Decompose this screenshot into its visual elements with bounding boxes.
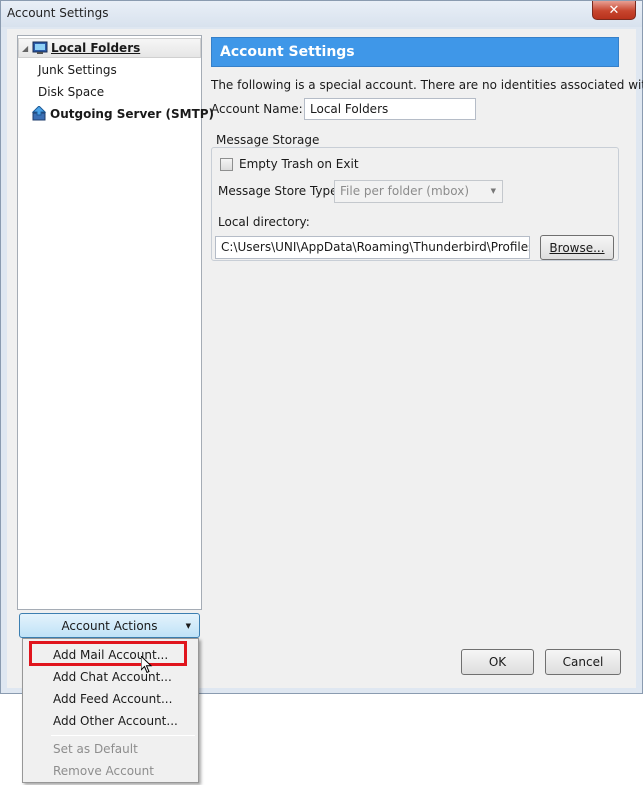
window-title: Account Settings <box>7 6 109 20</box>
ok-button[interactable]: OK <box>461 649 534 675</box>
empty-trash-checkbox[interactable] <box>220 158 233 171</box>
local-directory-input[interactable]: C:\Users\UNI\AppData\Roaming\Thunderbird… <box>215 236 530 259</box>
menu-item-add-other-account[interactable]: Add Other Account... <box>26 710 195 732</box>
title-bar: Account Settings ✕ <box>1 1 642 27</box>
menu-item-label: Remove Account <box>53 764 154 778</box>
account-actions-button[interactable]: Account Actions ▼ <box>19 613 200 638</box>
empty-trash-label[interactable]: Empty Trash on Exit <box>239 157 359 171</box>
menu-item-add-feed-account[interactable]: Add Feed Account... <box>26 688 195 710</box>
menu-separator <box>51 735 195 736</box>
outgoing-server-icon <box>31 105 47 124</box>
menu-item-label: Add Feed Account... <box>53 692 173 706</box>
browse-button-label: Browse... <box>549 240 605 255</box>
account-description: The following is a special account. Ther… <box>211 78 643 92</box>
tree-item-label: Disk Space <box>38 85 105 99</box>
ok-button-label: OK <box>488 655 507 669</box>
account-name-input[interactable]: Local Folders <box>304 98 476 120</box>
dropdown-arrow-icon: ▼ <box>185 622 191 630</box>
menu-item-set-as-default: Set as Default <box>26 738 195 760</box>
highlight-annotation-box <box>29 641 187 666</box>
store-type-select: File per folder (mbox) ▼ <box>334 180 503 203</box>
cancel-button[interactable]: Cancel <box>545 649 621 675</box>
tree-item-label: Junk Settings <box>38 63 117 77</box>
store-type-label: Message Store Type: <box>218 184 342 198</box>
mouse-cursor-icon <box>140 654 153 677</box>
local-directory-label: Local directory: <box>218 215 310 229</box>
store-type-value: File per folder (mbox) <box>340 184 470 198</box>
account-tree[interactable]: ◢ Local Folders Junk Settings Disk Space <box>17 35 214 610</box>
close-icon: ✕ <box>608 2 620 18</box>
panel-header: Account Settings <box>211 37 619 67</box>
cancel-button-label: Cancel <box>562 655 604 669</box>
menu-item-label: Add Other Account... <box>53 714 178 728</box>
browse-button[interactable]: Browse... <box>540 235 614 260</box>
menu-item-label: Set as Default <box>53 742 138 756</box>
tree-item-label: Outgoing Server (SMTP) <box>50 107 215 121</box>
account-settings-window: Account Settings ✕ ◢ Local Folders Junk … <box>0 0 643 694</box>
tree-item-disk-space[interactable]: Disk Space <box>18 82 201 102</box>
close-button[interactable]: ✕ <box>592 1 636 20</box>
tree-item-outgoing-server[interactable]: Outgoing Server (SMTP) <box>18 104 214 124</box>
collapse-twisty-icon[interactable]: ◢ <box>22 44 28 53</box>
chevron-down-icon: ▼ <box>490 187 496 195</box>
menu-item-label: Add Chat Account... <box>53 670 172 684</box>
local-folders-icon <box>32 41 48 58</box>
menu-item-add-chat-account[interactable]: Add Chat Account... <box>26 666 195 688</box>
dialog-client-area: ◢ Local Folders Junk Settings Disk Space <box>7 29 643 688</box>
message-storage-legend: Message Storage <box>216 133 320 147</box>
menu-item-remove-account: Remove Account <box>26 760 195 782</box>
account-name-label: Account Name: <box>211 102 303 116</box>
tree-item-label: Local Folders <box>51 41 141 55</box>
account-actions-label: Account Actions <box>61 618 158 633</box>
tree-item-junk-settings[interactable]: Junk Settings <box>18 60 201 80</box>
tree-item-local-folders[interactable]: ◢ Local Folders <box>18 38 201 58</box>
